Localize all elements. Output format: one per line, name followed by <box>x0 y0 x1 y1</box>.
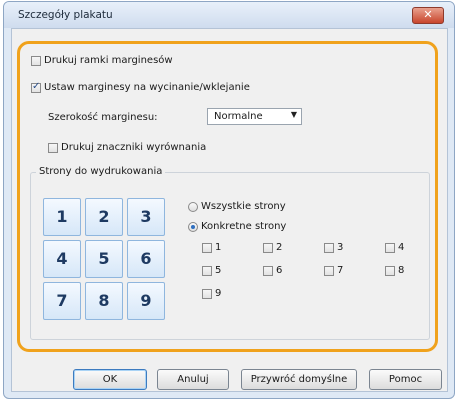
cancel-button[interactable]: Anuluj <box>157 369 229 390</box>
page-tile-6[interactable]: 6 <box>127 240 165 278</box>
page-checkbox-label-9: 9 <box>215 288 222 299</box>
page-checkbox-5[interactable] <box>202 266 212 276</box>
print-alignment-marks-checkbox[interactable] <box>48 143 58 153</box>
page-checkbox-label-1: 1 <box>215 242 222 253</box>
set-cut-margins-label: Ustaw marginesy na wycinanie/wklejanie <box>44 82 250 93</box>
margin-width-value: Normalne <box>214 111 263 122</box>
page-tile-1[interactable]: 1 <box>43 198 81 236</box>
all-pages-radio[interactable] <box>188 202 198 212</box>
close-icon[interactable]: ✕ <box>412 7 444 24</box>
chevron-down-icon: ▼ <box>290 110 297 119</box>
specific-pages-radio[interactable] <box>188 222 198 232</box>
page-tile-7[interactable]: 7 <box>43 282 81 320</box>
page-tile-8[interactable]: 8 <box>85 282 123 320</box>
print-alignment-marks-label: Drukuj znaczniki wyrównania <box>61 142 207 153</box>
page-tile-9[interactable]: 9 <box>127 282 165 320</box>
page-checkbox-8[interactable] <box>385 266 395 276</box>
page-tile-5[interactable]: 5 <box>85 240 123 278</box>
ok-button[interactable]: OK <box>73 369 147 390</box>
specific-pages-label: Konkretne strony <box>201 221 287 232</box>
page-checkbox-label-3: 3 <box>337 242 344 253</box>
all-pages-label: Wszystkie strony <box>201 201 286 212</box>
help-button[interactable]: Pomoc <box>369 369 442 390</box>
restore-defaults-button[interactable]: Przywróć domyślne <box>241 369 357 390</box>
page-checkbox-label-5: 5 <box>215 265 222 276</box>
page-checkbox-7[interactable] <box>324 266 334 276</box>
page-checkbox-4[interactable] <box>385 243 395 253</box>
page-checkbox-6[interactable] <box>263 266 273 276</box>
page-tile-3[interactable]: 3 <box>127 198 165 236</box>
title-bar[interactable]: Szczegóły plakatu ✕ <box>4 2 454 28</box>
page-checkbox-label-6: 6 <box>276 265 283 276</box>
page-checkbox-1[interactable] <box>202 243 212 253</box>
page-checkbox-2[interactable] <box>263 243 273 253</box>
page-checkbox-label-2: 2 <box>276 242 283 253</box>
page-checkbox-label-7: 7 <box>337 265 344 276</box>
margin-width-select[interactable]: Normalne ▼ <box>207 108 302 125</box>
page-checkbox-label-8: 8 <box>398 265 405 276</box>
page-tile-4[interactable]: 4 <box>43 240 81 278</box>
margin-width-label: Szerokość marginesu: <box>48 112 158 123</box>
print-margin-frames-label: Drukuj ramki marginesów <box>44 55 173 66</box>
page-tile-2[interactable]: 2 <box>85 198 123 236</box>
pages-to-print-title: Strony do wydrukowania <box>36 166 166 177</box>
set-cut-margins-checkbox[interactable] <box>31 81 41 93</box>
page-checkbox-3[interactable] <box>324 243 334 253</box>
page-checkbox-9[interactable] <box>202 289 212 299</box>
dialog-title: Szczegóły plakatu <box>18 9 113 21</box>
print-margin-frames-checkbox[interactable] <box>31 56 41 66</box>
page-checkbox-label-4: 4 <box>398 242 405 253</box>
